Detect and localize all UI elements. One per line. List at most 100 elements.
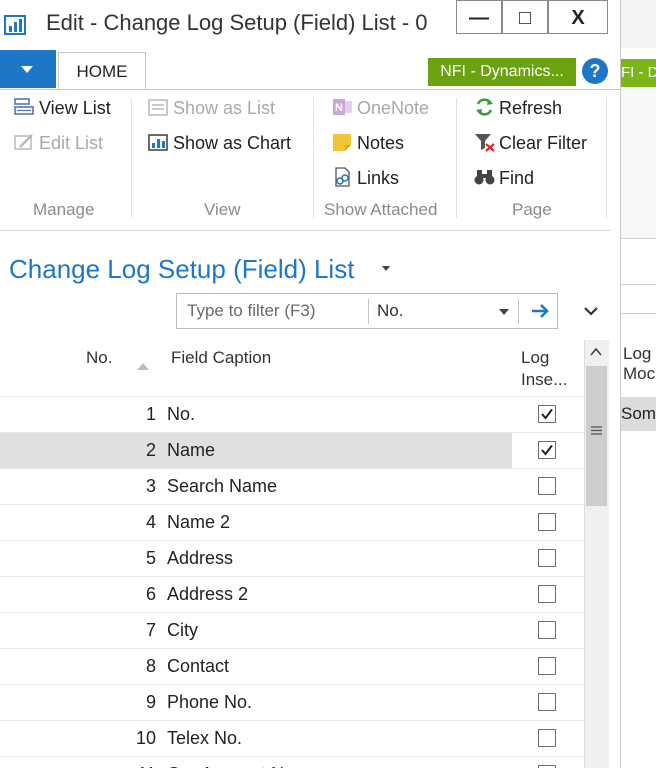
- minimize-button[interactable]: —: [456, 0, 502, 34]
- table-row[interactable]: 3 Search Name: [0, 468, 584, 504]
- refresh-button[interactable]: Refresh: [474, 96, 562, 120]
- filter-field-dropdown-icon[interactable]: [499, 309, 509, 315]
- cell-field-caption: Telex No.: [167, 728, 243, 748]
- log-insertion-checkbox[interactable]: [538, 549, 556, 567]
- svg-text:N: N: [335, 102, 343, 114]
- column-header-log-insertion-line1: Log: [521, 348, 550, 367]
- column-header-log-insertion[interactable]: Log Inse...: [521, 347, 567, 391]
- background-company-badge: FI - D: [621, 59, 656, 87]
- log-insertion-checkbox[interactable]: [538, 693, 556, 711]
- group-label-manage: Manage: [33, 200, 95, 219]
- cell-field-caption: Phone No.: [167, 692, 253, 712]
- edit-list-button[interactable]: Edit List: [14, 131, 103, 155]
- column-header-no[interactable]: No.: [86, 347, 112, 369]
- table-row[interactable]: 10 Telex No.: [0, 720, 584, 756]
- group-label-show-attached: Show Attached: [324, 200, 438, 219]
- cell-log-insertion: [512, 505, 584, 540]
- cell-field-caption: Name 2: [167, 512, 231, 532]
- onenote-button[interactable]: N OneNote: [332, 96, 429, 120]
- background-selected-row[interactable]: Som: [621, 397, 656, 431]
- table-row[interactable]: 2 Name: [0, 432, 584, 468]
- cell-log-insertion: [512, 685, 584, 720]
- cell-no: 8: [145, 656, 156, 676]
- apply-filter-arrow-icon[interactable]: [527, 298, 553, 324]
- group-label-page: Page: [512, 200, 552, 219]
- show-as-chart-button[interactable]: Show as Chart: [148, 131, 291, 155]
- scrollbar-thumb[interactable]: [586, 366, 607, 506]
- table-row[interactable]: 6 Address 2: [0, 576, 584, 612]
- cell-field-caption: Address: [167, 548, 234, 568]
- app-chart-icon[interactable]: [4, 12, 28, 36]
- filter-field-select[interactable]: No.: [377, 301, 403, 321]
- column-header-field-caption[interactable]: Field Caption: [171, 347, 271, 369]
- table-row[interactable]: 9 Phone No.: [0, 684, 584, 720]
- find-button[interactable]: Find: [474, 166, 534, 190]
- application-menu-button[interactable]: [0, 50, 56, 88]
- log-insertion-checkbox[interactable]: [538, 477, 556, 495]
- view-list-button[interactable]: View List: [14, 96, 111, 120]
- cell-field-caption: City: [167, 620, 198, 640]
- onenote-label: OneNote: [357, 98, 430, 118]
- cell-no: 1: [145, 404, 156, 424]
- table-row[interactable]: 11 Our Account No.: [0, 756, 584, 768]
- clear-filter-button[interactable]: Clear Filter: [474, 131, 587, 155]
- table-row[interactable]: 4 Name 2: [0, 504, 584, 540]
- filter-separator: [518, 299, 519, 324]
- background-ribbon: [621, 88, 656, 239]
- background-window-titlebar[interactable]: [621, 0, 656, 48]
- group-separator: [606, 98, 607, 218]
- filter-bar: No.: [176, 293, 558, 329]
- log-insertion-checkbox[interactable]: [538, 405, 556, 423]
- edit-list-icon: [14, 134, 33, 150]
- checkmark-icon: [541, 408, 553, 420]
- sort-ascending-icon[interactable]: [137, 363, 149, 370]
- view-list-label: View List: [39, 98, 111, 118]
- table-row[interactable]: 8 Contact: [0, 648, 584, 684]
- background-window[interactable]: FI - D Log Moc Som: [620, 0, 656, 768]
- help-icon[interactable]: ?: [582, 58, 608, 84]
- filter-input[interactable]: [177, 294, 367, 328]
- tab-home[interactable]: HOME: [58, 52, 146, 91]
- close-button[interactable]: X: [548, 0, 608, 34]
- show-as-list-icon: [148, 99, 168, 116]
- show-as-chart-label: Show as Chart: [173, 133, 292, 153]
- log-insertion-checkbox[interactable]: [538, 585, 556, 603]
- log-insertion-checkbox[interactable]: [538, 729, 556, 747]
- show-as-list-button[interactable]: Show as List: [148, 96, 275, 120]
- maximize-button[interactable]: □: [502, 0, 548, 34]
- cell-no: 4: [145, 512, 156, 532]
- main-window: Edit - Change Log Setup (Field) List - 0…: [0, 0, 620, 768]
- table-row[interactable]: 7 City: [0, 612, 584, 648]
- log-insertion-checkbox[interactable]: [538, 441, 556, 459]
- page-title[interactable]: Change Log Setup (Field) List: [9, 254, 354, 285]
- log-insertion-checkbox[interactable]: [538, 513, 556, 531]
- page-title-dropdown-icon[interactable]: [382, 266, 390, 271]
- table-row[interactable]: 5 Address: [0, 540, 584, 576]
- notes-button[interactable]: Notes: [332, 131, 404, 155]
- scroll-up-chevron-icon[interactable]: [590, 346, 602, 358]
- ribbon: View List Edit List Manage Show as List: [0, 90, 610, 231]
- checkmark-icon: [541, 444, 553, 456]
- chevron-down-icon[interactable]: [582, 302, 600, 320]
- edit-list-label: Edit List: [39, 133, 104, 153]
- cell-no: 10: [135, 728, 156, 748]
- menu-caret-icon: [21, 66, 33, 73]
- company-badge[interactable]: NFI - Dynamics...: [428, 58, 576, 86]
- cell-log-insertion: [512, 649, 584, 684]
- refresh-label: Refresh: [499, 98, 563, 118]
- cell-no: 2: [145, 440, 156, 460]
- background-column-header[interactable]: Log Moc: [623, 344, 655, 384]
- group-separator: [131, 98, 132, 218]
- cell-field-caption: Contact: [167, 656, 230, 676]
- links-button[interactable]: Links: [332, 166, 399, 190]
- log-insertion-checkbox[interactable]: [538, 657, 556, 675]
- window-title: Edit - Change Log Setup (Field) List - 0: [46, 10, 428, 35]
- clear-filter-icon: [475, 134, 495, 152]
- vertical-scrollbar[interactable]: [584, 340, 609, 768]
- cell-log-insertion: [512, 397, 584, 432]
- notes-label: Notes: [357, 133, 405, 153]
- log-insertion-checkbox[interactable]: [538, 621, 556, 639]
- table-row[interactable]: 1 No.: [0, 396, 584, 432]
- cell-field-caption: Name: [167, 440, 216, 460]
- title-bar[interactable]: Edit - Change Log Setup (Field) List - 0…: [0, 0, 620, 48]
